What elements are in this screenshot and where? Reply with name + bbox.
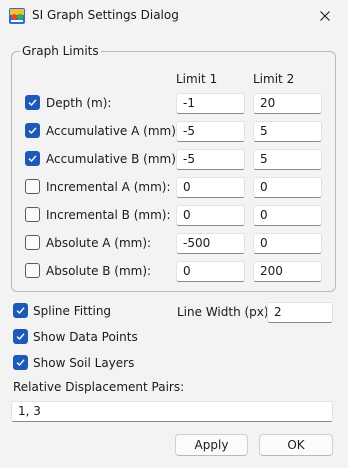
absolute-b-label: Absolute B (mm): xyxy=(46,264,152,278)
accumulative-a-limit1-input[interactable]: -5 xyxy=(176,121,245,142)
app-icon xyxy=(9,8,25,24)
depth-limit1-input[interactable]: -1 xyxy=(176,93,245,114)
close-icon xyxy=(320,11,330,21)
graph-limits-group xyxy=(11,51,336,292)
limit1-header: Limit 1 xyxy=(176,72,218,86)
relative-displacement-pairs-label: Relative Displacement Pairs: xyxy=(13,380,185,394)
incremental-a-limit1-input[interactable]: 0 xyxy=(176,177,245,198)
accumulative-b-label: Accumulative B (mm): xyxy=(46,152,180,166)
incremental-a-limit2-input[interactable]: 0 xyxy=(253,177,322,198)
incremental-a-label: Incremental A (mm): xyxy=(46,180,171,194)
absolute-a-checkbox[interactable] xyxy=(25,235,40,250)
accumulative-a-label: Accumulative A (mm): xyxy=(46,124,180,138)
absolute-a-limit2-input[interactable]: 0 xyxy=(253,233,322,254)
absolute-a-limit1-input[interactable]: -500 xyxy=(176,233,245,254)
line-width-input[interactable]: 2 xyxy=(267,302,333,323)
line-width-label: Line Width (px): xyxy=(177,305,273,319)
incremental-b-limit1-input[interactable]: 0 xyxy=(176,205,245,226)
accumulative-a-checkbox[interactable] xyxy=(25,123,40,138)
checkmark-icon xyxy=(28,127,37,135)
absolute-b-limit1-input[interactable]: 0 xyxy=(176,261,245,282)
depth-checkbox[interactable] xyxy=(25,95,40,110)
absolute-b-checkbox[interactable] xyxy=(25,263,40,278)
accumulative-b-limit2-input[interactable]: 5 xyxy=(253,149,322,170)
apply-button[interactable]: Apply xyxy=(175,434,248,456)
relative-displacement-pairs-input[interactable]: 1, 3 xyxy=(11,401,333,422)
show-soil-layers-label: Show Soil Layers xyxy=(33,356,135,370)
depth-label: Depth (m): xyxy=(46,96,112,110)
graph-limits-title: Graph Limits xyxy=(20,44,101,58)
accumulative-b-checkbox[interactable] xyxy=(25,151,40,166)
close-button[interactable] xyxy=(302,0,348,32)
accumulative-b-limit1-input[interactable]: -5 xyxy=(176,149,245,170)
ok-button[interactable]: OK xyxy=(259,434,333,456)
show-soil-layers-checkbox[interactable] xyxy=(13,355,28,370)
checkmark-icon xyxy=(16,307,25,315)
checkmark-icon xyxy=(28,99,37,107)
absolute-b-limit2-input[interactable]: 200 xyxy=(253,261,322,282)
window-title: SI Graph Settings Dialog xyxy=(32,8,179,22)
spline-fitting-checkbox[interactable] xyxy=(13,303,28,318)
incremental-b-limit2-input[interactable]: 0 xyxy=(253,205,322,226)
spline-fitting-label: Spline Fitting xyxy=(33,304,112,318)
title-bar: SI Graph Settings Dialog xyxy=(0,0,348,32)
checkmark-icon xyxy=(28,155,37,163)
limit2-header: Limit 2 xyxy=(253,72,295,86)
checkmark-icon xyxy=(16,333,25,341)
incremental-a-checkbox[interactable] xyxy=(25,179,40,194)
accumulative-a-limit2-input[interactable]: 5 xyxy=(253,121,322,142)
show-data-points-checkbox[interactable] xyxy=(13,329,28,344)
show-data-points-label: Show Data Points xyxy=(33,330,138,344)
depth-limit2-input[interactable]: 20 xyxy=(253,93,322,114)
checkmark-icon xyxy=(16,359,25,367)
absolute-a-label: Absolute A (mm): xyxy=(46,236,152,250)
incremental-b-checkbox[interactable] xyxy=(25,207,40,222)
incremental-b-label: Incremental B (mm): xyxy=(46,208,171,222)
